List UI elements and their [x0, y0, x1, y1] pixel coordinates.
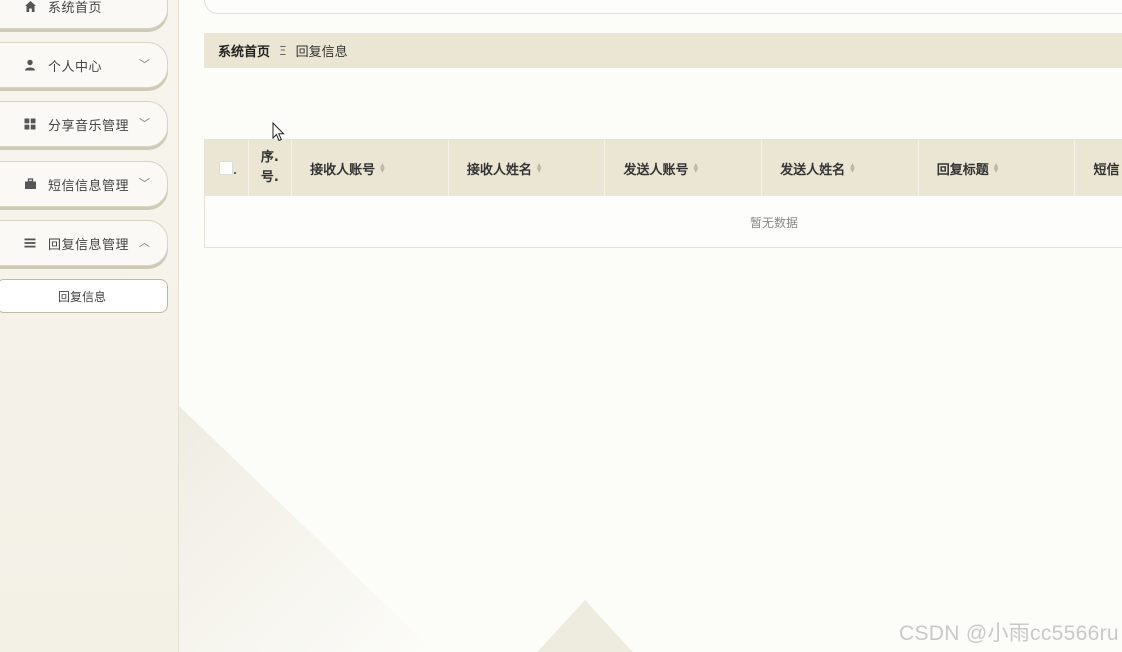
background-decoration-mid [530, 600, 640, 652]
mouse-cursor-icon [272, 121, 286, 146]
sidebar: 系统首页 个人中心 ﹀ 分享音乐管理 ﹀ 短信信息管理 ﹀ 回复信息管理 ︿ 回… [0, 0, 179, 652]
data-table: 序. 号. 接收人账号 ▲ ▼ 接收人姓名 ▲ ▼ 发送人账号 ▲ ▼ 发送人姓名 ▲… [204, 139, 1122, 248]
column-header-label: 发送人姓名 [780, 162, 846, 178]
breadcrumb-home[interactable]: 系统首页 [218, 41, 270, 60]
grid-icon [23, 117, 37, 131]
chevron-down-icon: ﹀ [139, 177, 150, 190]
column-header-label: 发送人账号 [623, 162, 689, 178]
chevron-down-icon: ﹀ [139, 117, 150, 130]
sidebar-item-label: 个人中心 [48, 59, 103, 75]
index-header: 序. 号. [249, 140, 293, 196]
column-header-label: 回复标题 [936, 162, 989, 178]
sidebar-item-label: 系统首页 [48, 0, 103, 16]
sidebar-item-home[interactable]: 系统首页 [0, 0, 168, 29]
top-bar [204, 0, 1122, 14]
sidebar-item-music-share[interactable]: 分享音乐管理 ﹀ [0, 101, 168, 147]
breadcrumb-separator-icon: Ξ [279, 43, 287, 58]
column-header-sender-account[interactable]: 发送人账号 ▲ ▼ [605, 140, 763, 196]
sidebar-subitem-reply-info[interactable]: 回复信息 [0, 279, 168, 313]
sidebar-item-sms-info[interactable]: 短信信息管理 ﹀ [0, 161, 168, 207]
sidebar-item-label: 短信信息管理 [48, 178, 130, 194]
briefcase-icon [23, 177, 37, 191]
home-icon [23, 0, 37, 13]
sort-icon[interactable]: ▲ ▼ [994, 163, 999, 174]
table-header: 序. 号. 接收人账号 ▲ ▼ 接收人姓名 ▲ ▼ 发送人账号 ▲ ▼ 发送人姓名 ▲… [205, 140, 1122, 196]
list-icon [23, 236, 37, 250]
column-header-sms[interactable]: 短信 [1075, 140, 1122, 196]
empty-state-text: 暂无数据 [750, 215, 799, 230]
sidebar-item-label: 回复信息管理 [48, 237, 130, 253]
column-header-label: 接收人账号 [310, 162, 376, 178]
sort-icon[interactable]: ▲ ▼ [380, 163, 385, 174]
column-header-label: 接收人姓名 [466, 162, 532, 178]
index-header-label: 序. 号. [260, 150, 279, 185]
column-header-receiver-name[interactable]: 接收人姓名 ▲ ▼ [449, 140, 606, 196]
background-decoration-left [178, 405, 438, 652]
select-all-cell [205, 140, 249, 196]
sort-icon[interactable]: ▲ ▼ [537, 163, 542, 174]
watermark: CSDN @小雨cc5566ru [899, 622, 1119, 645]
column-header-label: 短信 [1093, 162, 1120, 178]
sidebar-item-reply-info-manage[interactable]: 回复信息管理 ︿ [0, 220, 168, 266]
column-header-reply-title[interactable]: 回复标题 ▲ ▼ [919, 140, 1076, 196]
breadcrumb: 系统首页 Ξ 回复信息 [204, 33, 1122, 68]
app-root: 系统首页 个人中心 ﹀ 分享音乐管理 ﹀ 短信信息管理 ﹀ 回复信息管理 ︿ 回… [0, 0, 1122, 652]
user-icon [23, 58, 37, 72]
select-all-checkbox[interactable] [219, 161, 237, 175]
breadcrumb-current: 回复信息 [295, 45, 348, 60]
sort-icon[interactable]: ▲ ▼ [850, 163, 855, 174]
sort-icon[interactable]: ▲ ▼ [693, 163, 698, 174]
sidebar-item-label: 分享音乐管理 [48, 118, 130, 134]
chevron-down-icon: ﹀ [139, 58, 150, 71]
column-header-sender-name[interactable]: 发送人姓名 ▲ ▼ [762, 140, 919, 196]
chevron-up-icon: ︿ [139, 236, 150, 249]
column-header-receiver-account[interactable]: 接收人账号 ▲ ▼ [292, 140, 449, 196]
sidebar-item-personal-center[interactable]: 个人中心 ﹀ [0, 42, 168, 88]
